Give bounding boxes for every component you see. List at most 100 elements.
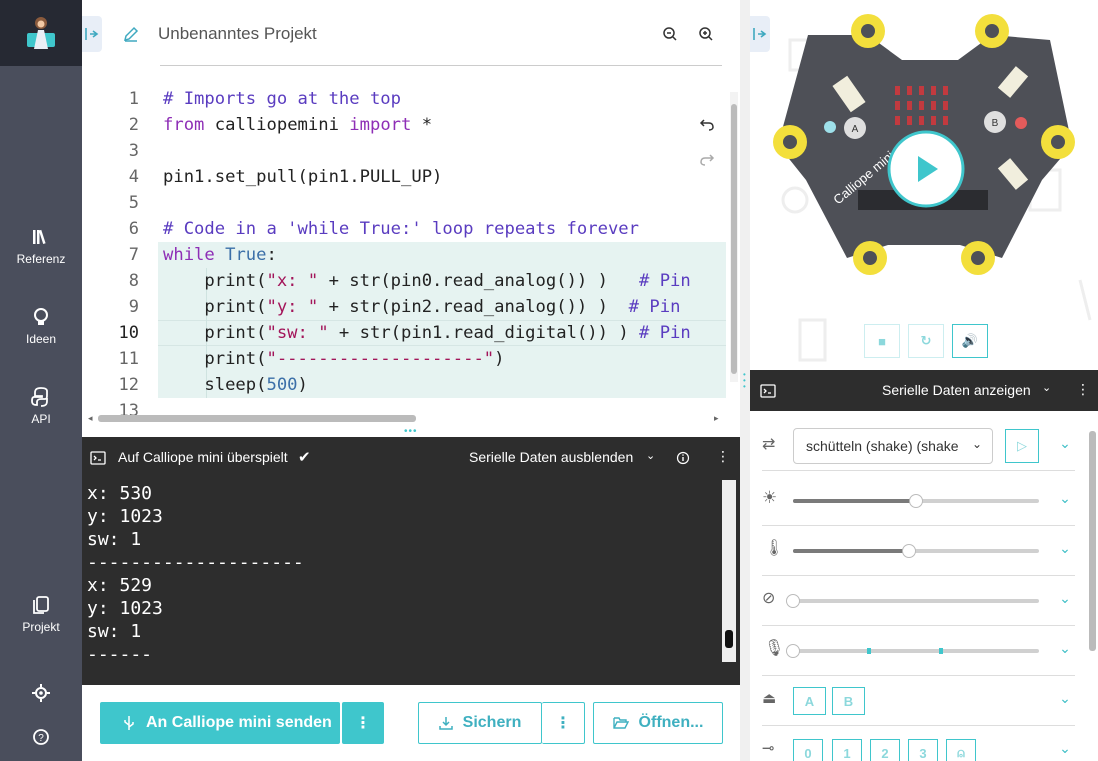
code-token: print(: [163, 323, 267, 343]
scroll-left-arrow[interactable]: ◂: [88, 414, 94, 423]
temperature-slider-knob[interactable]: [902, 544, 916, 558]
light-slider[interactable]: [793, 494, 1039, 508]
code-token: print(: [163, 297, 267, 317]
code-line[interactable]: while True:: [163, 242, 277, 268]
chevron-down-icon[interactable]: ⌄: [1042, 381, 1051, 394]
vertical-scrollbar[interactable]: [730, 92, 738, 382]
temperature-row: 🌡 ⌄: [762, 526, 1075, 576]
code-token: 500: [266, 375, 298, 395]
help-button[interactable]: ?: [0, 726, 82, 752]
sound-button[interactable]: 🔊: [952, 324, 988, 358]
action-bar: An Calliope mini senden ⋮ Sichern ⋮ Öffn…: [82, 685, 740, 761]
console-scrollbar-thumb[interactable]: [725, 630, 733, 648]
open-button[interactable]: Öffnen...: [593, 702, 723, 744]
editor-header: Unbenanntes Projekt: [82, 0, 740, 66]
code-line[interactable]: print("y: " + str(pin2.read_analog()) ) …: [163, 294, 680, 320]
gesture-trigger-button[interactable]: ▷: [1005, 429, 1039, 463]
code-token: # Code in a 'while True:' loop repeats f…: [163, 219, 639, 239]
sim-button-b[interactable]: B: [832, 687, 865, 715]
resize-handle[interactable]: •••: [404, 427, 420, 437]
pencil-icon[interactable]: [122, 25, 140, 43]
expand-chevron-icon[interactable]: ⌄: [1055, 690, 1075, 710]
more-menu-icon[interactable]: ⋮: [1076, 381, 1090, 398]
sound-threshold-high[interactable]: [939, 648, 943, 654]
sensor-scrollbar[interactable]: [1089, 431, 1096, 651]
pane-resize-handle[interactable]: • • •: [743, 371, 747, 391]
pins-row: ⊸ 0 1 2 3 ⍝ ⌄: [762, 726, 1075, 761]
console-scrollbar[interactable]: [722, 480, 736, 662]
hscroll-thumb[interactable]: [98, 415, 416, 422]
info-icon[interactable]: [676, 451, 690, 465]
code-line[interactable]: print("x: " + str(pin0.read_analog()) ) …: [163, 268, 691, 294]
more-menu-icon[interactable]: ⋮: [716, 448, 730, 465]
expand-chevron-icon[interactable]: ⌄: [1055, 590, 1075, 610]
serial-console-bar: Auf Calliope mini überspielt ✔ Serielle …: [82, 437, 740, 477]
code-token: sleep(: [163, 375, 267, 395]
expand-chevron-icon[interactable]: ⌄: [1055, 435, 1075, 455]
zoom-in-icon[interactable]: [698, 26, 714, 42]
sensor-panel: ⇄ schütteln (shake) (shake ⌄ ▷ ⌄ ☀ ⌄ 🌡 ⌄…: [750, 411, 1098, 761]
sound-slider-knob[interactable]: [786, 644, 800, 658]
horizontal-scrollbar[interactable]: ◂ ▸: [84, 412, 724, 423]
scroll-right-arrow[interactable]: ▸: [714, 414, 720, 423]
expand-chevron-icon[interactable]: ⌄: [1055, 540, 1075, 560]
code-token: :: [266, 245, 277, 265]
chevron-down-icon[interactable]: ⌄: [646, 449, 655, 462]
show-serial-button[interactable]: Serielle Daten anzeigen: [882, 382, 1031, 398]
light-slider-knob[interactable]: [909, 494, 923, 508]
send-to-calliope-button[interactable]: An Calliope mini senden: [100, 702, 340, 744]
compass-slider[interactable]: [786, 594, 1039, 608]
chevron-down-icon: ⌄: [971, 437, 982, 451]
serial-output-line: y: 1023: [87, 506, 163, 527]
sidebar-item-projekt[interactable]: Projekt: [0, 594, 82, 634]
gesture-select[interactable]: schütteln (shake) (shake ⌄: [793, 428, 993, 464]
save-options-button[interactable]: ⋮: [542, 702, 585, 744]
serial-output-line: x: 530: [87, 483, 153, 504]
code-line[interactable]: # Code in a 'while True:' loop repeats f…: [163, 216, 639, 242]
app-logo[interactable]: [0, 0, 82, 66]
settings-button[interactable]: [0, 682, 82, 708]
undo-icon[interactable]: [699, 116, 715, 132]
pin-2-button[interactable]: 2: [870, 739, 900, 761]
code-line[interactable]: from calliopemini import *: [163, 112, 432, 138]
code-line[interactable]: sleep(500): [163, 372, 308, 398]
code-line[interactable]: # Imports go at the top: [163, 86, 401, 112]
serial-output-line: y: 1023: [87, 598, 163, 619]
expand-chevron-icon[interactable]: ⌄: [1055, 490, 1075, 510]
sound-slider[interactable]: [786, 644, 1039, 658]
light-slider-fill: [793, 499, 916, 503]
code-token: ): [297, 375, 308, 395]
temperature-slider[interactable]: [793, 544, 1039, 558]
hide-serial-button[interactable]: Serielle Daten ausblenden: [469, 449, 633, 465]
sound-threshold-low[interactable]: [867, 648, 871, 654]
expand-chevron-icon[interactable]: ⌄: [1055, 640, 1075, 660]
sidebar-item-label: Projekt: [22, 620, 60, 634]
redo-icon[interactable]: [699, 151, 715, 167]
pin-touch-button[interactable]: ⍝: [946, 739, 976, 761]
project-title[interactable]: Unbenanntes Projekt: [158, 24, 317, 44]
restart-button[interactable]: ↻: [908, 324, 944, 358]
code-editor[interactable]: 1 2 3 4 5 6 7 8 9 10 11 12 13 # Imports go at the to…: [82, 66, 740, 428]
send-options-button[interactable]: ⋮: [342, 702, 384, 744]
code-line[interactable]: print("sw: " + str(pin1.read_digital()) …: [163, 320, 690, 346]
code-line[interactable]: print("--------------------"): [163, 346, 504, 372]
code-line[interactable]: pin1.set_pull(pin1.PULL_UP): [163, 164, 442, 190]
pin-1-button[interactable]: 1: [832, 739, 862, 761]
svg-text:?: ?: [38, 733, 44, 744]
calliope-board[interactable]: A B Calliope mini: [750, 0, 1098, 370]
gear-icon: [32, 684, 50, 702]
code-token: # Pin: [639, 271, 691, 291]
sim-button-a[interactable]: A: [793, 687, 826, 715]
expand-chevron-icon[interactable]: ⌄: [1055, 740, 1075, 760]
usb-icon: [124, 716, 134, 730]
collapse-sidebar-button[interactable]: [82, 16, 102, 52]
code-token: + str(pin1.read_digital()) ): [328, 323, 640, 343]
zoom-out-icon[interactable]: [662, 26, 678, 42]
save-button[interactable]: Sichern: [418, 702, 542, 744]
stop-button[interactable]: ■: [864, 324, 900, 358]
compass-slider-knob[interactable]: [786, 594, 800, 608]
scrollbar-thumb[interactable]: [731, 104, 737, 374]
code-lines[interactable]: # Imports go at the top from calliopemini…: [82, 86, 726, 404]
pin-3-button[interactable]: 3: [908, 739, 938, 761]
pin-0-button[interactable]: 0: [793, 739, 823, 761]
